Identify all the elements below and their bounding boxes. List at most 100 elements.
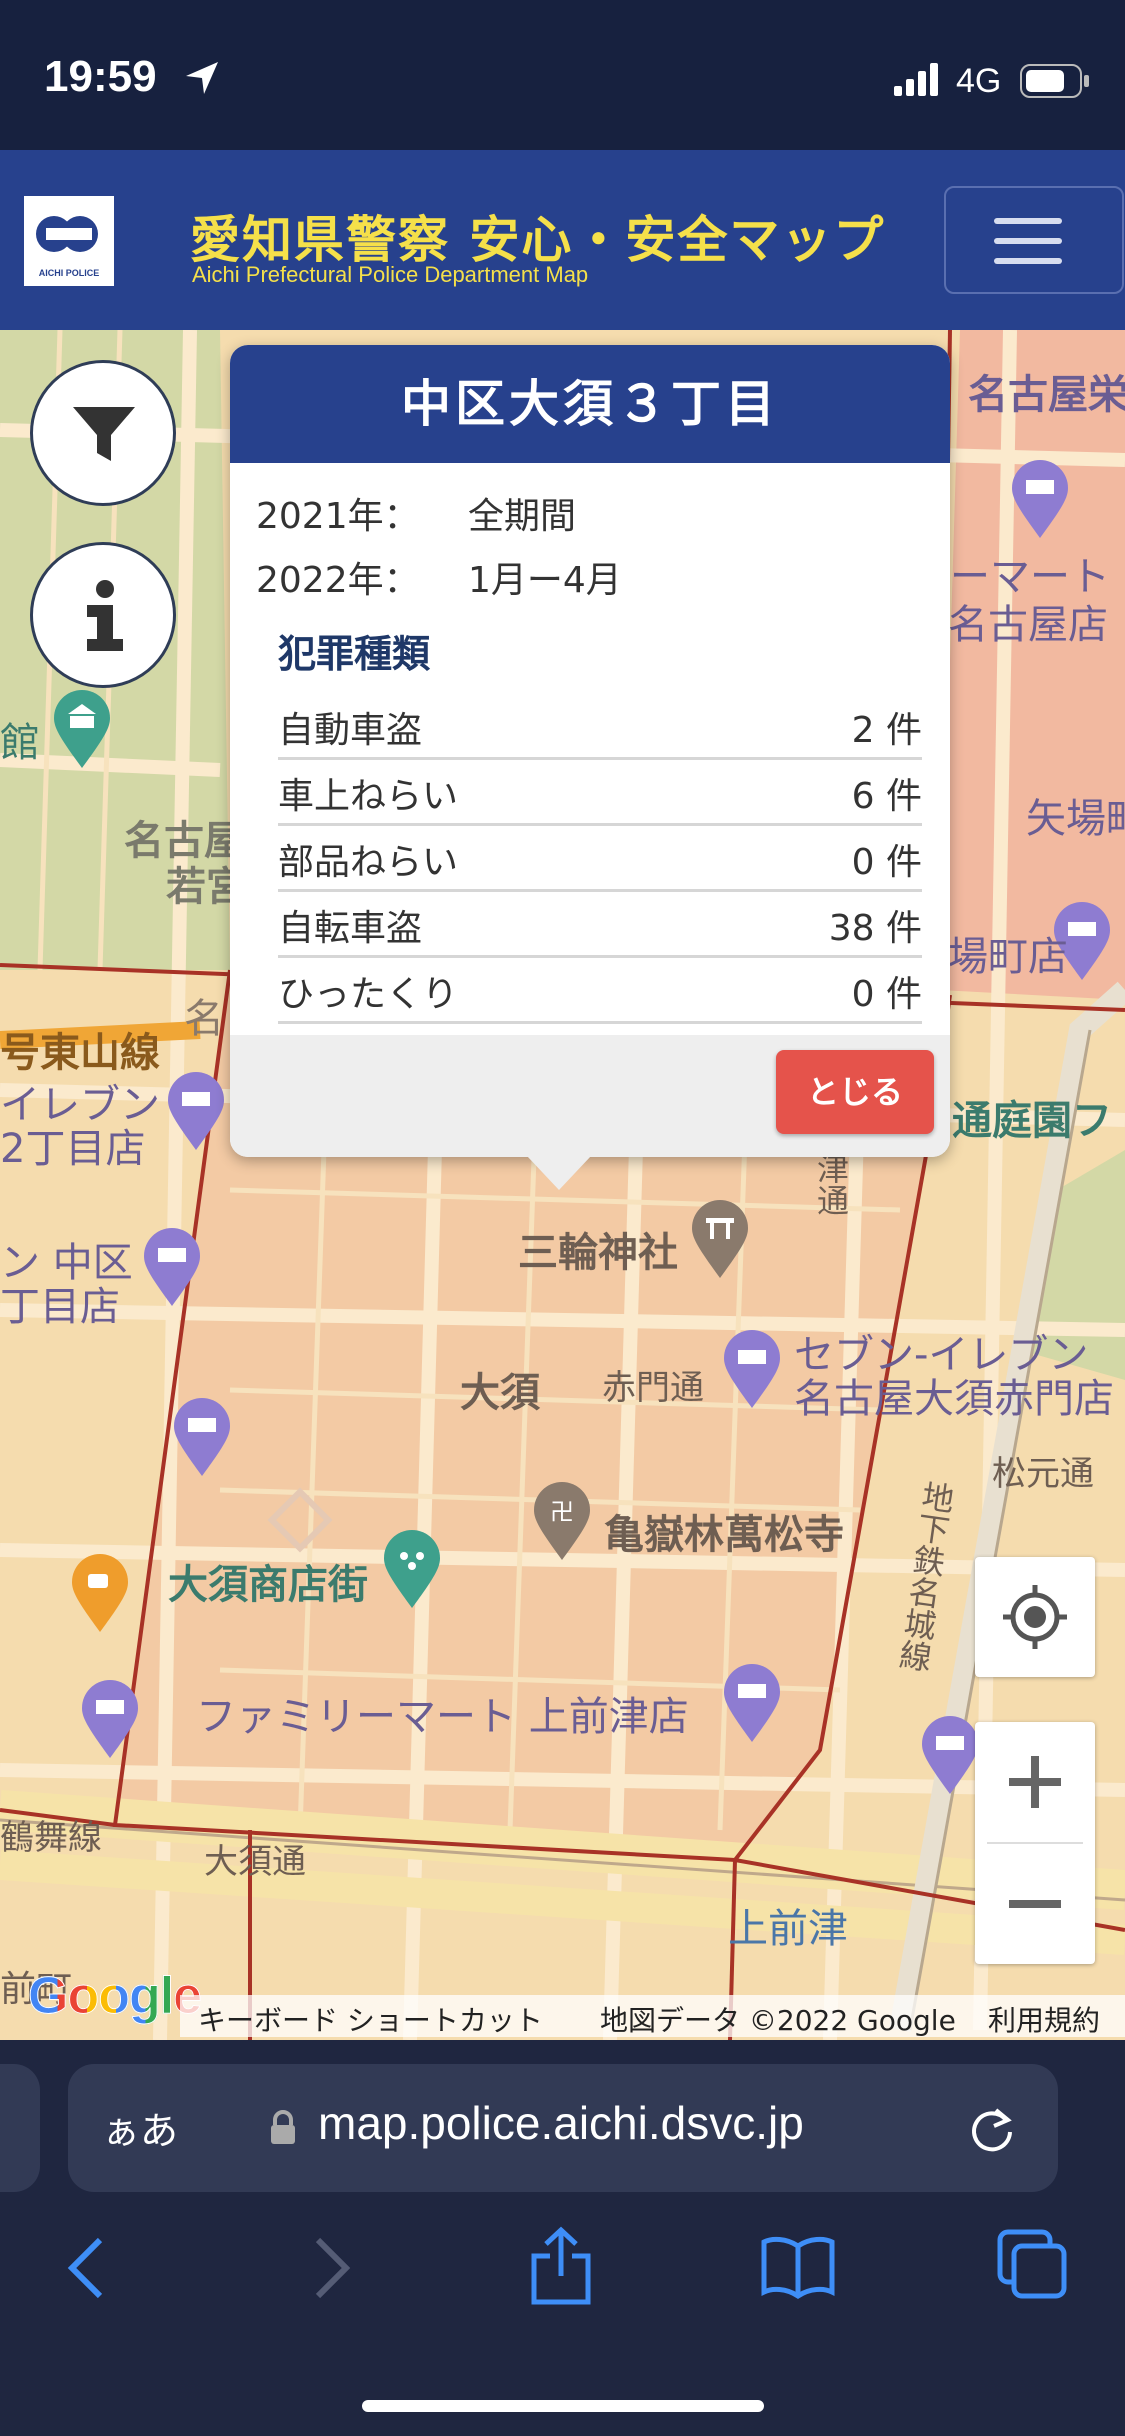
map-label: 通庭園フ bbox=[952, 1098, 1112, 1144]
signal-icon bbox=[894, 63, 938, 96]
bookmarks-icon[interactable] bbox=[760, 2236, 836, 2300]
period-label: 2021年： bbox=[256, 496, 420, 537]
temple-pin-icon[interactable]: 卍 bbox=[532, 1482, 592, 1562]
hamburger-menu-button[interactable] bbox=[944, 186, 1124, 294]
period-value: 1月ー4月 bbox=[468, 560, 622, 601]
map-label: 場町店 bbox=[948, 934, 1068, 980]
menu-bar-icon bbox=[994, 238, 1062, 244]
crime-row: 自動車盗 2 件 bbox=[278, 691, 922, 760]
convenience-store-pin-icon[interactable] bbox=[722, 1330, 782, 1410]
crime-name: 自転車盗 bbox=[278, 908, 423, 949]
lock-icon bbox=[271, 2110, 295, 2144]
google-logo: Google bbox=[27, 1966, 202, 2026]
map-label: 名古屋店 bbox=[948, 602, 1108, 648]
status-bar: 19:59 4G bbox=[0, 0, 1125, 150]
map-label: 丁目店 bbox=[0, 1284, 120, 1330]
google-logo-text: Google bbox=[27, 1967, 202, 2026]
share-icon[interactable] bbox=[528, 2226, 594, 2306]
convenience-store-pin-icon[interactable] bbox=[172, 1398, 232, 1478]
forward-icon[interactable] bbox=[310, 2236, 354, 2300]
svg-text:卍: 卍 bbox=[550, 1498, 574, 1526]
map-attribution: キーボード ショートカット 地図データ ©2022 Google 利用規約 bbox=[180, 1995, 1125, 2037]
network-type: 4G bbox=[956, 62, 1002, 100]
back-icon[interactable] bbox=[64, 2236, 108, 2300]
map-label: 名古屋栄 bbox=[968, 372, 1125, 418]
map-label: 名 bbox=[184, 996, 224, 1042]
crime-name: 部品ねらい bbox=[278, 842, 459, 883]
map-label: 三輪神社 bbox=[518, 1230, 678, 1276]
crime-count: 6 件 bbox=[851, 776, 922, 817]
map-label: 館 bbox=[0, 720, 40, 766]
crime-row: 部品ねらい 0 件 bbox=[278, 823, 922, 892]
menu-bar-icon bbox=[994, 218, 1062, 224]
map-label: 赤門通 bbox=[602, 1368, 704, 1408]
plus-icon bbox=[1009, 1756, 1061, 1808]
app-header: AICHI POLICE 愛知県警察 安心・安全マップ Aichi Prefec… bbox=[0, 150, 1125, 330]
map-label: 上前津 bbox=[728, 1906, 848, 1952]
crime-name: ひったくり bbox=[278, 974, 459, 1015]
zoom-control bbox=[975, 1722, 1095, 1964]
convenience-store-pin-icon[interactable] bbox=[920, 1716, 980, 1796]
crime-count: 38 件 bbox=[828, 908, 922, 949]
svg-text:AICHI POLICE: AICHI POLICE bbox=[39, 268, 100, 278]
period-label: 2022年： bbox=[256, 560, 420, 601]
zoom-out-button[interactable] bbox=[975, 1844, 1095, 1964]
museum-pin-icon[interactable] bbox=[52, 690, 112, 770]
map-label: 大須通 bbox=[204, 1842, 306, 1882]
convenience-store-pin-icon[interactable] bbox=[166, 1072, 226, 1152]
my-location-button[interactable] bbox=[975, 1557, 1095, 1677]
crime-row: 自転車盗 38 件 bbox=[278, 889, 922, 958]
home-indicator bbox=[362, 2400, 764, 2412]
url-text[interactable]: map.police.aichi.dsvc.jp bbox=[318, 2096, 804, 2150]
zoom-in-button[interactable] bbox=[975, 1722, 1095, 1842]
police-logo[interactable]: AICHI POLICE bbox=[24, 196, 114, 286]
convenience-store-pin-icon[interactable] bbox=[142, 1228, 202, 1308]
app-subtitle: Aichi Prefectural Police Department Map bbox=[192, 262, 589, 287]
map-label: 号東山線 bbox=[0, 1030, 160, 1076]
logo-icon: AICHI POLICE bbox=[36, 216, 100, 278]
convenience-store-pin-icon[interactable] bbox=[722, 1664, 782, 1744]
reload-icon[interactable] bbox=[966, 2102, 1018, 2154]
map-label: 2丁目店 bbox=[0, 1126, 146, 1172]
period-row: 2022年： 1月ー4月 bbox=[256, 551, 622, 603]
status-time: 19:59 bbox=[44, 52, 157, 101]
popup-pointer bbox=[527, 1156, 591, 1190]
crime-type-header: 犯罪種類 bbox=[278, 632, 431, 676]
filter-button[interactable] bbox=[30, 360, 176, 506]
location-arrow-icon bbox=[186, 62, 218, 94]
crime-count: 0 件 bbox=[851, 842, 922, 883]
area-info-popup: 中区大須３丁目 2021年： 全期間 2022年： 1月ー4月 犯罪種類 自動車… bbox=[230, 345, 950, 1157]
convenience-store-pin-icon[interactable] bbox=[1010, 460, 1070, 540]
previous-tab-peek[interactable] bbox=[0, 2064, 40, 2192]
crime-count: 0 件 bbox=[851, 974, 922, 1015]
crime-row: ひったくり 0 件 bbox=[278, 955, 922, 1024]
crime-name: 自動車盗 bbox=[278, 710, 423, 751]
period-value: 全期間 bbox=[468, 496, 577, 537]
map-label: 亀嶽林萬松寺 bbox=[604, 1512, 844, 1558]
map-label: 松元通 bbox=[992, 1454, 1094, 1494]
close-button[interactable]: とじる bbox=[776, 1050, 934, 1134]
period-row: 2021年： 全期間 bbox=[256, 487, 576, 539]
map-label: 鶴舞線 bbox=[0, 1818, 102, 1858]
map-label: 大須商店街 bbox=[168, 1562, 368, 1608]
terms-link[interactable]: 利用規約 bbox=[988, 1999, 1100, 2039]
text-size-button[interactable]: ぁあ bbox=[102, 2100, 178, 2155]
battery-icon bbox=[1020, 64, 1089, 98]
keyboard-shortcuts-link[interactable]: キーボード ショートカット bbox=[198, 1999, 543, 2039]
info-button[interactable] bbox=[30, 542, 176, 688]
shopping-pin-icon[interactable] bbox=[382, 1530, 442, 1610]
map-label: 大須 bbox=[460, 1370, 540, 1416]
tabs-icon[interactable] bbox=[996, 2228, 1068, 2300]
crosshair-icon bbox=[1003, 1585, 1067, 1649]
map-data-text: 地図データ ©2022 Google bbox=[600, 2004, 956, 2037]
map-label: 矢場町 bbox=[1026, 796, 1125, 842]
map-label: ファミリーマート 上前津店 bbox=[196, 1694, 689, 1740]
shrine-pin-icon[interactable] bbox=[690, 1200, 750, 1280]
crime-count: 2 件 bbox=[851, 710, 922, 751]
map-label: 名古屋大須赤門店 bbox=[794, 1376, 1114, 1422]
minus-icon bbox=[1009, 1900, 1061, 1908]
convenience-store-pin-icon[interactable] bbox=[80, 1680, 140, 1760]
filter-icon bbox=[73, 407, 135, 461]
popup-title: 中区大須３丁目 bbox=[230, 345, 950, 463]
cafe-pin-icon[interactable] bbox=[70, 1554, 130, 1634]
